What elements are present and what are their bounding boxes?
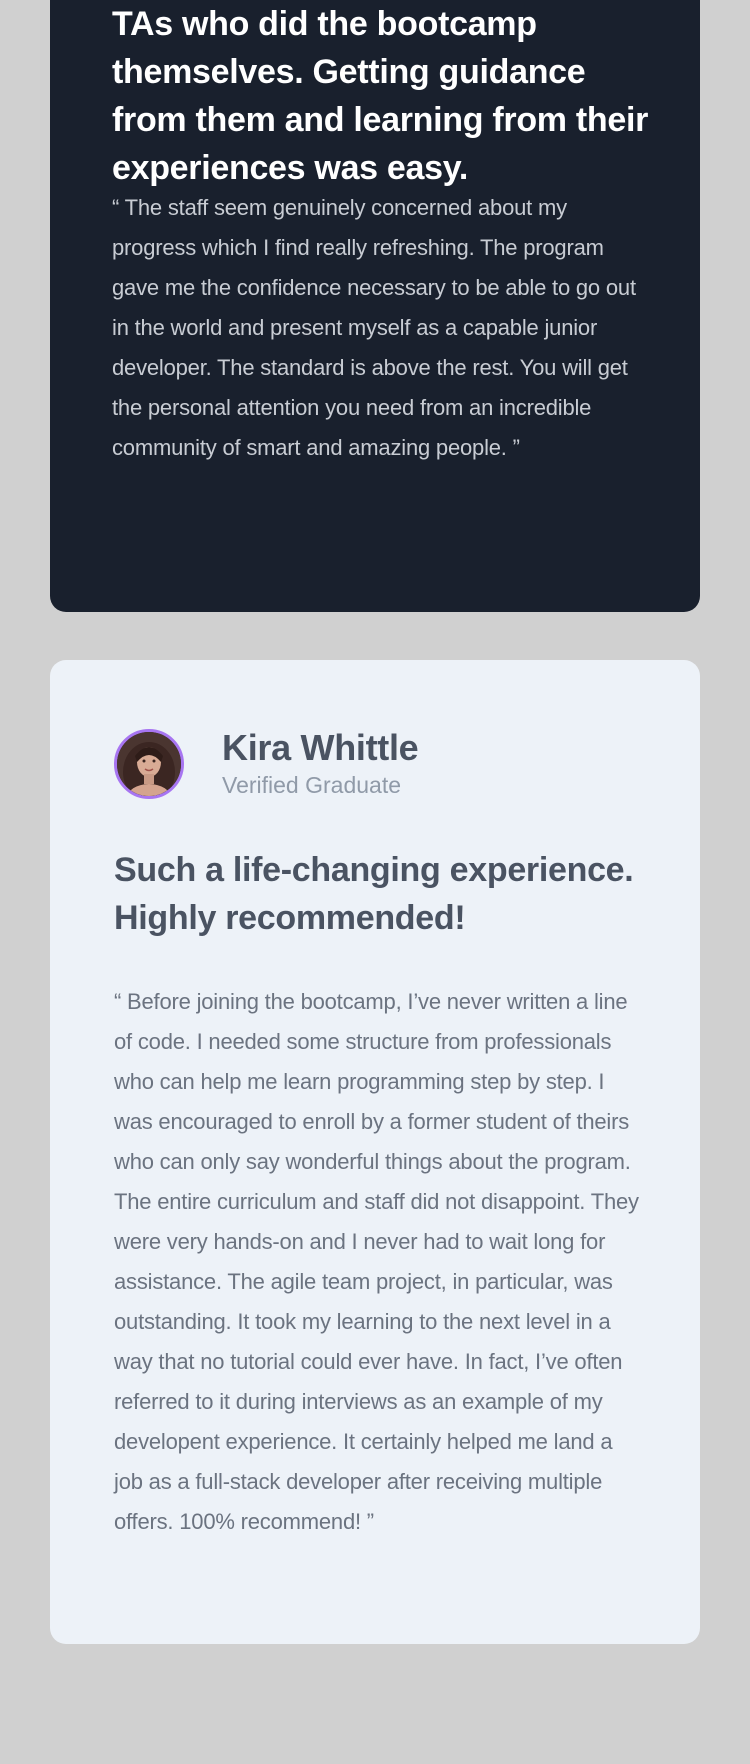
testimonial-quote: “ The staff seem genuinely concerned abo…: [112, 195, 636, 460]
testimonial-card-light: Kira Whittle Verified Graduate Such a li…: [50, 660, 700, 1644]
profile-text: Kira Whittle Verified Graduate: [222, 727, 419, 800]
author-name: Kira Whittle: [222, 727, 419, 768]
author-status: Verified Graduate: [222, 772, 402, 798]
profile-header: Kira Whittle Verified Graduate: [114, 727, 419, 800]
testimonial-card-dark: TAs who did the bootcamp themselves. Get…: [50, 0, 700, 612]
testimonial-headline: Such a life-changing experience. Highly …: [114, 851, 634, 937]
avatar-portrait-image: [117, 732, 181, 796]
testimonial-headline: TAs who did the bootcamp themselves. Get…: [112, 5, 649, 187]
avatar: [114, 729, 184, 799]
testimonial-quote: “ Before joining the bootcamp, I’ve neve…: [114, 989, 639, 1534]
